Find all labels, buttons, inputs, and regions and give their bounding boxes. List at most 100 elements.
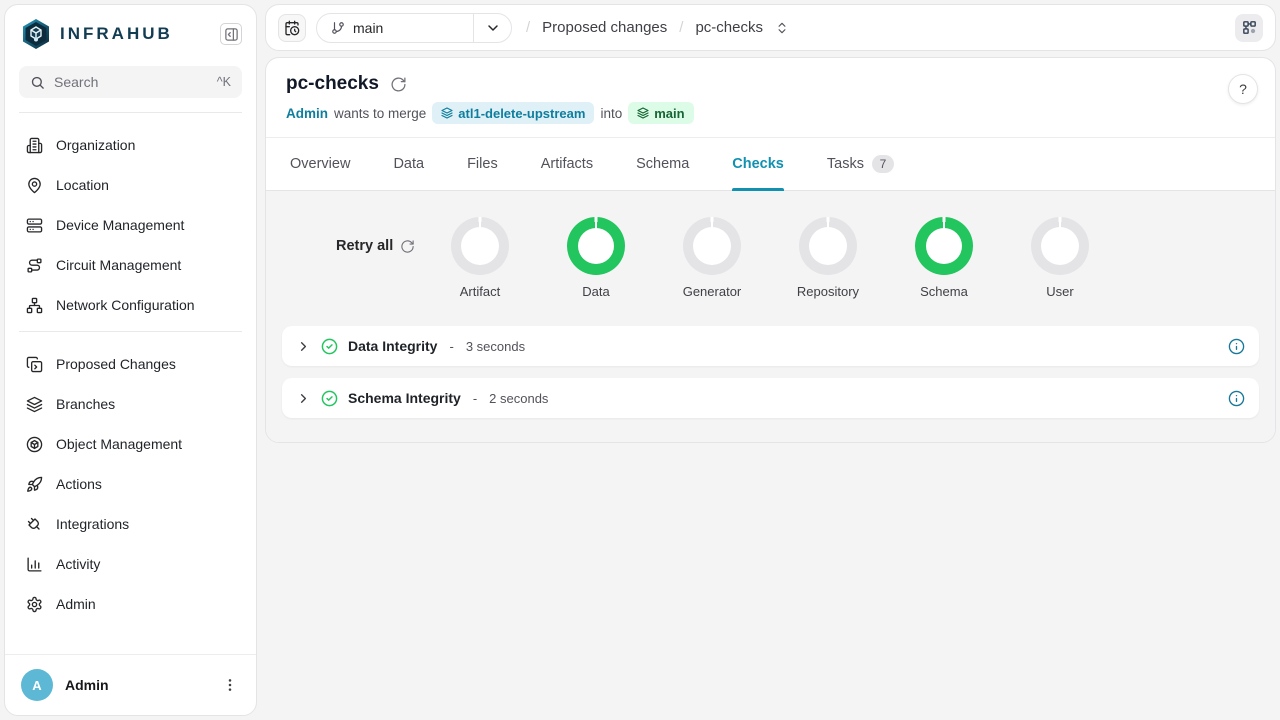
- breadcrumb-pc-checks[interactable]: pc-checks: [695, 19, 763, 36]
- kebab-menu-icon[interactable]: [220, 675, 240, 695]
- sidebar-item-label: Activity: [56, 556, 100, 572]
- main-content: pc-checks Admin wants to merge atl1-dele…: [265, 57, 1276, 443]
- check-row-duration: 3 seconds: [466, 339, 525, 354]
- help-button[interactable]: ?: [1228, 74, 1258, 104]
- check-ring-schema[interactable]: Schema: [886, 217, 1002, 299]
- sidebar-item-actions[interactable]: Actions: [13, 464, 248, 504]
- check-ring-repository[interactable]: Repository: [770, 217, 886, 299]
- sidebar-item-label: Integrations: [56, 516, 129, 532]
- retry-all-label: Retry all: [336, 238, 393, 254]
- calendar-clock-button[interactable]: [278, 14, 306, 42]
- brand-wordmark: INFRAHUB: [60, 24, 211, 44]
- check-ring-artifact[interactable]: Artifact: [422, 217, 538, 299]
- sidebar-item-label: Device Management: [56, 217, 184, 233]
- git-branch-icon: [331, 21, 345, 35]
- info-icon[interactable]: [1228, 390, 1245, 407]
- tab-overview[interactable]: Overview: [290, 138, 350, 190]
- chevrons-up-down-icon[interactable]: [775, 21, 789, 35]
- check-row-title: Schema Integrity: [348, 390, 461, 406]
- search-placeholder: Search: [54, 74, 208, 90]
- info-icon[interactable]: [1228, 338, 1245, 355]
- check-circle-icon: [321, 338, 338, 355]
- sidebar-item-admin[interactable]: Admin: [13, 584, 248, 624]
- infrahub-logo-icon: [21, 18, 51, 50]
- branch-selector-value[interactable]: main: [317, 14, 473, 42]
- plug-icon: [26, 516, 43, 533]
- building-icon: [26, 137, 43, 154]
- layers-icon: [441, 107, 453, 119]
- source-branch-badge[interactable]: atl1-delete-upstream: [432, 102, 594, 124]
- donut-ring: [915, 217, 973, 275]
- sidebar-item-proposed-changes[interactable]: Proposed Changes: [13, 344, 248, 384]
- sidebar-item-branches[interactable]: Branches: [13, 384, 248, 424]
- sidebar-item-label: Object Management: [56, 436, 182, 452]
- sidebar-item-activity[interactable]: Activity: [13, 544, 248, 584]
- sidebar-item-label: Circuit Management: [56, 257, 181, 273]
- search-icon: [30, 75, 45, 90]
- donut-ring: [799, 217, 857, 275]
- check-ring-data[interactable]: Data: [538, 217, 654, 299]
- schema-graph-button[interactable]: [1235, 14, 1263, 42]
- tasks-count-badge: 7: [872, 155, 894, 173]
- sidebar-nav-group-2: Proposed Changes Branches Object Managem…: [5, 332, 256, 630]
- tab-label: Data: [393, 156, 424, 172]
- sidebar-item-device-management[interactable]: Device Management: [13, 205, 248, 245]
- chevron-right-icon[interactable]: [296, 391, 311, 406]
- sidebar-item-label: Organization: [56, 137, 135, 153]
- sidebar-item-object-management[interactable]: Object Management: [13, 424, 248, 464]
- tab-bar: Overview Data Files Artifacts Schema Che…: [266, 137, 1275, 191]
- sidebar-item-network-configuration[interactable]: Network Configuration: [13, 285, 248, 325]
- sidebar-item-organization[interactable]: Organization: [13, 125, 248, 165]
- author-link[interactable]: Admin: [286, 106, 328, 121]
- check-row-schema-integrity[interactable]: Schema Integrity - 2 seconds: [282, 378, 1259, 418]
- tab-artifacts[interactable]: Artifacts: [541, 138, 593, 190]
- tab-data[interactable]: Data: [393, 138, 424, 190]
- tab-files[interactable]: Files: [467, 138, 498, 190]
- check-row-title: Data Integrity: [348, 338, 437, 354]
- check-summary-rings: Retry all Artifact Data Generator: [282, 191, 1259, 299]
- sidebar-item-integrations[interactable]: Integrations: [13, 504, 248, 544]
- network-icon: [26, 297, 43, 314]
- sidebar-item-circuit-management[interactable]: Circuit Management: [13, 245, 248, 285]
- check-ring-generator[interactable]: Generator: [654, 217, 770, 299]
- refresh-icon[interactable]: [390, 76, 407, 93]
- ring-label: Artifact: [460, 284, 500, 299]
- layers-icon: [26, 396, 43, 413]
- ring-label: Generator: [683, 284, 742, 299]
- check-row-separator: -: [449, 339, 453, 354]
- retry-all-button[interactable]: Retry all: [336, 217, 412, 275]
- tab-checks[interactable]: Checks: [732, 138, 784, 190]
- donut-ring: [567, 217, 625, 275]
- sidebar-item-label: Branches: [56, 396, 115, 412]
- checks-panel: Retry all Artifact Data Generator: [266, 191, 1275, 442]
- ring-label: User: [1046, 284, 1073, 299]
- sidebar-item-location[interactable]: Location: [13, 165, 248, 205]
- check-rows: Data Integrity - 3 seconds Schema Integr…: [282, 326, 1259, 418]
- check-row-data-integrity[interactable]: Data Integrity - 3 seconds: [282, 326, 1259, 366]
- sidebar-collapse-button[interactable]: [220, 23, 242, 45]
- sidebar-item-label: Location: [56, 177, 109, 193]
- bar-chart-icon: [26, 556, 43, 573]
- sidebar-item-label: Proposed Changes: [56, 356, 176, 372]
- breadcrumb-proposed-changes[interactable]: Proposed changes: [542, 19, 667, 36]
- sidebar-nav-group-1: Organization Location Device Management: [5, 113, 256, 331]
- layers-icon: [637, 107, 649, 119]
- ring-label: Data: [582, 284, 609, 299]
- chevron-right-icon[interactable]: [296, 339, 311, 354]
- sidebar-item-label: Network Configuration: [56, 297, 195, 313]
- target-branch-badge[interactable]: main: [628, 102, 693, 124]
- sidebar: INFRAHUB Search ^K Organization: [4, 4, 257, 716]
- tab-schema[interactable]: Schema: [636, 138, 689, 190]
- search-shortcut: ^K: [217, 75, 231, 89]
- search-input[interactable]: Search ^K: [19, 66, 242, 98]
- tab-tasks[interactable]: Tasks 7: [827, 138, 894, 190]
- branch-dropdown-toggle[interactable]: [473, 14, 511, 42]
- avatar[interactable]: A: [21, 669, 53, 701]
- branch-selector[interactable]: main: [316, 13, 512, 43]
- tab-label: Overview: [290, 156, 350, 172]
- check-row-duration: 2 seconds: [489, 391, 548, 406]
- page-title: pc-checks: [286, 73, 379, 95]
- map-pin-icon: [26, 177, 43, 194]
- check-ring-user[interactable]: User: [1002, 217, 1118, 299]
- donut-ring: [683, 217, 741, 275]
